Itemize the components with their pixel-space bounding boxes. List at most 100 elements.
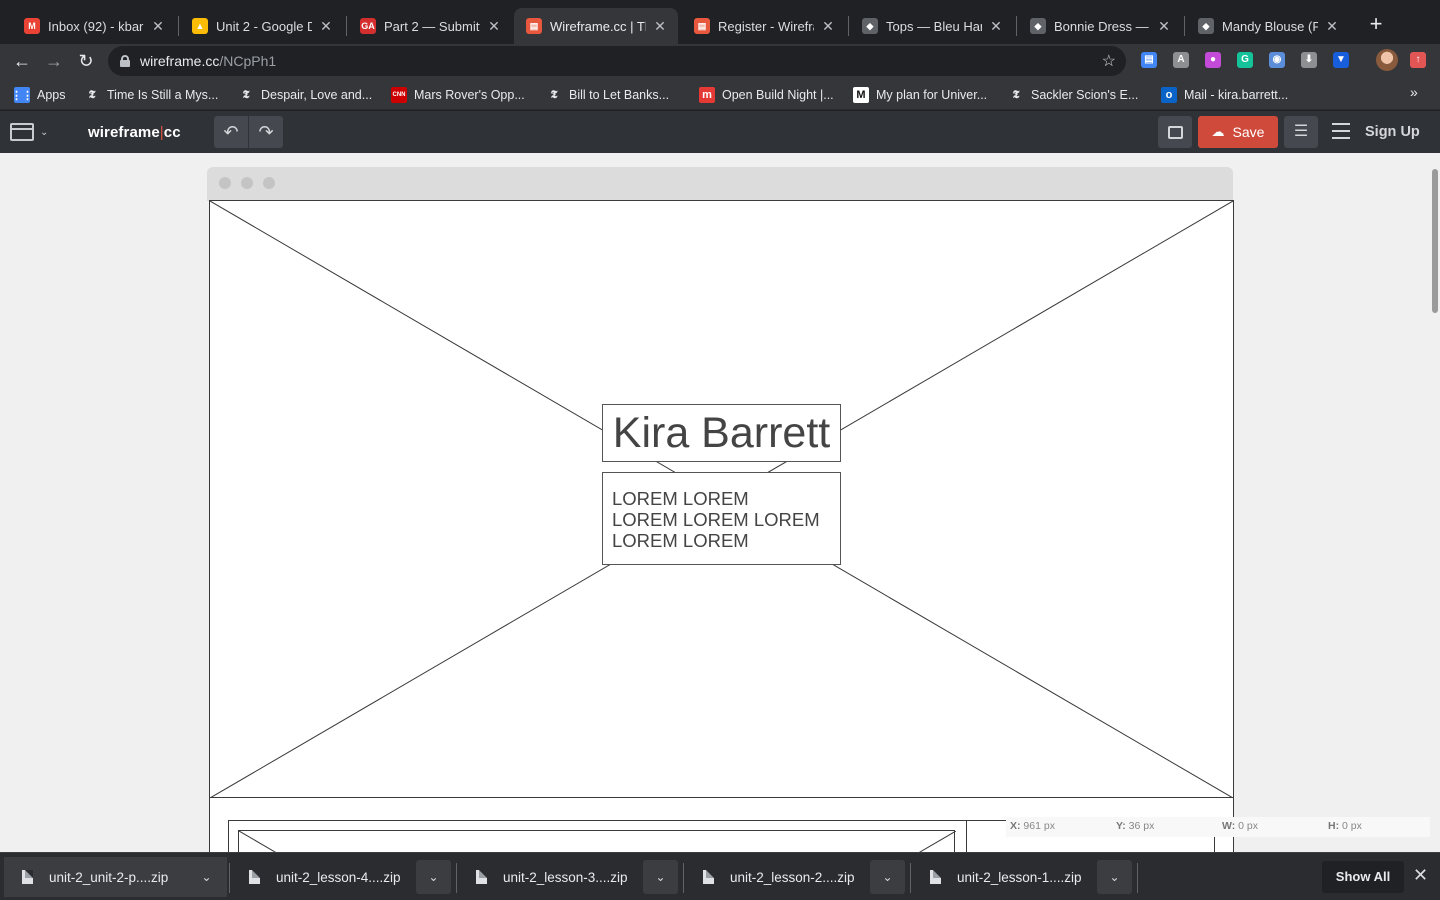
new-tab-button[interactable]: + (1366, 12, 1386, 36)
browser-tab[interactable]: GA Part 2 — Submitti ✕ (348, 8, 512, 44)
mock-window-dot (241, 177, 253, 189)
bookmarks-bar: ⋮⋮ Apps 𝕿 Time Is Still a Mys... 𝕿 Despair, L… (0, 78, 1440, 110)
w-label: W: (1222, 820, 1236, 832)
download-item[interactable]: unit-2_lesson-3....zip ⌄ (458, 857, 681, 897)
grammarly-icon[interactable]: G (1237, 52, 1253, 68)
color-wheel-icon[interactable]: ● (1205, 52, 1221, 68)
wireframe-icon: ▤ (526, 18, 542, 34)
nyt-icon: 𝕿 (550, 88, 558, 101)
nyt-icon: 𝕿 (88, 88, 96, 101)
upload-icon[interactable]: ↑ (1410, 52, 1426, 68)
medium-icon: M (853, 87, 869, 103)
bookmark-item[interactable]: 𝕿 Bill to Let Banks... (546, 86, 669, 104)
browser-tab[interactable]: ▤ Wireframe.cc | Th ✕ (514, 8, 678, 44)
sign-up-link[interactable]: Sign Up (1365, 124, 1420, 140)
show-all-downloads-button[interactable]: Show All (1322, 861, 1404, 893)
comment-icon (1167, 125, 1183, 139)
dimensions-status-bar: X: 961 px Y: 36 px W: 0 px H: 0 px (1006, 817, 1430, 837)
makerspace-icon: m (699, 87, 715, 103)
bookmark-label: Apps (37, 88, 66, 102)
canvas-area[interactable]: Kira Barrett LOREM LOREM LOREM LOREM LOR… (0, 153, 1440, 852)
bookmark-item[interactable]: ⋮⋮ Apps (11, 86, 66, 104)
browser-tab[interactable]: M Inbox (92) - kbarre ✕ (12, 8, 176, 44)
tab-separator (1184, 16, 1185, 36)
bookmark-item[interactable]: M My plan for Univer... (853, 86, 987, 104)
comment-button[interactable] (1158, 116, 1192, 148)
profile-avatar[interactable] (1376, 49, 1398, 71)
x-value: 961 px (1023, 820, 1055, 832)
w-value: 0 px (1238, 820, 1258, 832)
vertical-scrollbar[interactable] (1432, 169, 1438, 313)
back-arrow-icon[interactable]: ← (9, 48, 35, 74)
download-item[interactable]: unit-2_unit-2-p....zip ⌄ (4, 857, 227, 897)
y-label: Y: (1116, 820, 1126, 832)
download-shelf: unit-2_unit-2-p....zip ⌄ unit-2_lesson-4..… (0, 852, 1440, 900)
bookmarks-overflow-icon[interactable]: » (1410, 84, 1418, 100)
browser-tab[interactable]: ◆ Tops — Bleu Hang ✕ (850, 8, 1014, 44)
lorem-line: LOREM LOREM LOREM (612, 509, 820, 530)
bitwarden-icon[interactable]: ▼ (1333, 52, 1349, 68)
chevron-down-icon[interactable]: ⌄ (643, 860, 678, 894)
download-filename: unit-2_lesson-1....zip (957, 869, 1082, 885)
tab-title: Part 2 — Submitti (384, 18, 480, 34)
wireframe-page[interactable]: Kira Barrett LOREM LOREM LOREM LOREM LOR… (209, 200, 1234, 852)
extension-puzzle-icon[interactable]: A (1173, 52, 1189, 68)
settings-sliders-button[interactable]: ☰ (1284, 116, 1318, 148)
close-icon[interactable]: ✕ (1413, 865, 1428, 886)
download-filename: unit-2_lesson-4....zip (276, 869, 401, 885)
save-button[interactable]: ☁ Save (1198, 116, 1278, 148)
docs-icon[interactable]: ▤ (1141, 52, 1157, 68)
close-icon[interactable]: ✕ (1324, 18, 1340, 35)
browser-tab[interactable]: ◆ Bonnie Dress — Bl ✕ (1018, 8, 1182, 44)
reload-icon[interactable]: ↻ (73, 48, 99, 74)
bookmark-item[interactable]: 𝕿 Despair, Love and... (238, 86, 373, 104)
viewport-selector[interactable]: ⌄ (10, 121, 54, 143)
paragraph-text-box[interactable]: LOREM LOREM LOREM LOREM LOREM LOREM LORE… (602, 472, 841, 565)
undo-button[interactable]: ↶ (214, 116, 248, 148)
bookmark-item[interactable]: CNN Mars Rover's Opp... (391, 86, 525, 104)
app-logo[interactable]: wireframe|cc (88, 124, 181, 141)
download-filename: unit-2_lesson-2....zip (730, 869, 855, 885)
close-icon[interactable]: ✕ (1156, 18, 1172, 35)
download-item[interactable]: unit-2_lesson-4....zip ⌄ (231, 857, 454, 897)
gmail-icon: M (24, 18, 40, 34)
heading-text-box[interactable]: Kira Barrett (602, 404, 841, 462)
download-item[interactable]: unit-2_lesson-2....zip ⌄ (685, 857, 908, 897)
chevron-down-icon[interactable]: ⌄ (1097, 860, 1132, 894)
browser-tab[interactable]: ▲ Unit 2 - Google Dr ✕ (180, 8, 344, 44)
close-icon[interactable]: ✕ (820, 18, 836, 35)
close-icon[interactable]: ✕ (486, 18, 502, 35)
address-bar[interactable]: wireframe.cc /NCpPh1 ☆ (108, 46, 1126, 76)
tab-strip: M Inbox (92) - kbarre ✕ ▲ Unit 2 - Google Dr… (0, 0, 1440, 44)
bookmark-star-icon[interactable]: ☆ (1102, 51, 1116, 71)
close-icon[interactable]: ✕ (988, 18, 1004, 35)
tab-separator (346, 16, 347, 36)
url-host: wireframe.cc (140, 53, 220, 69)
y-value: 36 px (1128, 820, 1155, 832)
apps-grid-icon: ⋮⋮ (11, 87, 33, 103)
owl-icon[interactable]: ◉ (1269, 52, 1285, 68)
redo-button[interactable]: ↷ (249, 116, 283, 148)
bookmark-item[interactable]: 𝕿 Time Is Still a Mys... (84, 86, 219, 104)
browser-tab[interactable]: ◆ Mandy Blouse (Pe ✕ (1186, 8, 1350, 44)
lorem-line: LOREM LOREM (612, 530, 749, 551)
hamburger-menu-icon[interactable] (1332, 123, 1350, 139)
bookmark-item[interactable]: o Mail - kira.barrett... (1161, 86, 1288, 104)
close-icon[interactable]: ✕ (150, 18, 166, 35)
bookmark-item[interactable]: 𝕿 Sackler Scion's E... (1008, 86, 1139, 104)
file-icon (22, 870, 33, 884)
inner-image-placeholder[interactable] (238, 830, 956, 852)
close-icon[interactable]: ✕ (652, 18, 668, 35)
chevron-down-icon[interactable]: ⌄ (870, 860, 905, 894)
forward-arrow-icon[interactable]: → (41, 48, 67, 74)
chevron-down-icon[interactable]: ⌄ (416, 860, 451, 894)
chevron-down-icon[interactable]: ⌄ (189, 860, 224, 894)
file-icon (930, 870, 941, 884)
browser-tab[interactable]: ▤ Register - Wirefra ✕ (682, 8, 846, 44)
bookmark-item[interactable]: m Open Build Night |... (699, 86, 834, 104)
download-separator (456, 863, 457, 893)
download-arrow-icon[interactable]: ⬇ (1301, 52, 1317, 68)
download-item[interactable]: unit-2_lesson-1....zip ⌄ (912, 857, 1135, 897)
close-icon[interactable]: ✕ (318, 18, 334, 35)
lorem-line: LOREM LOREM (612, 488, 749, 509)
